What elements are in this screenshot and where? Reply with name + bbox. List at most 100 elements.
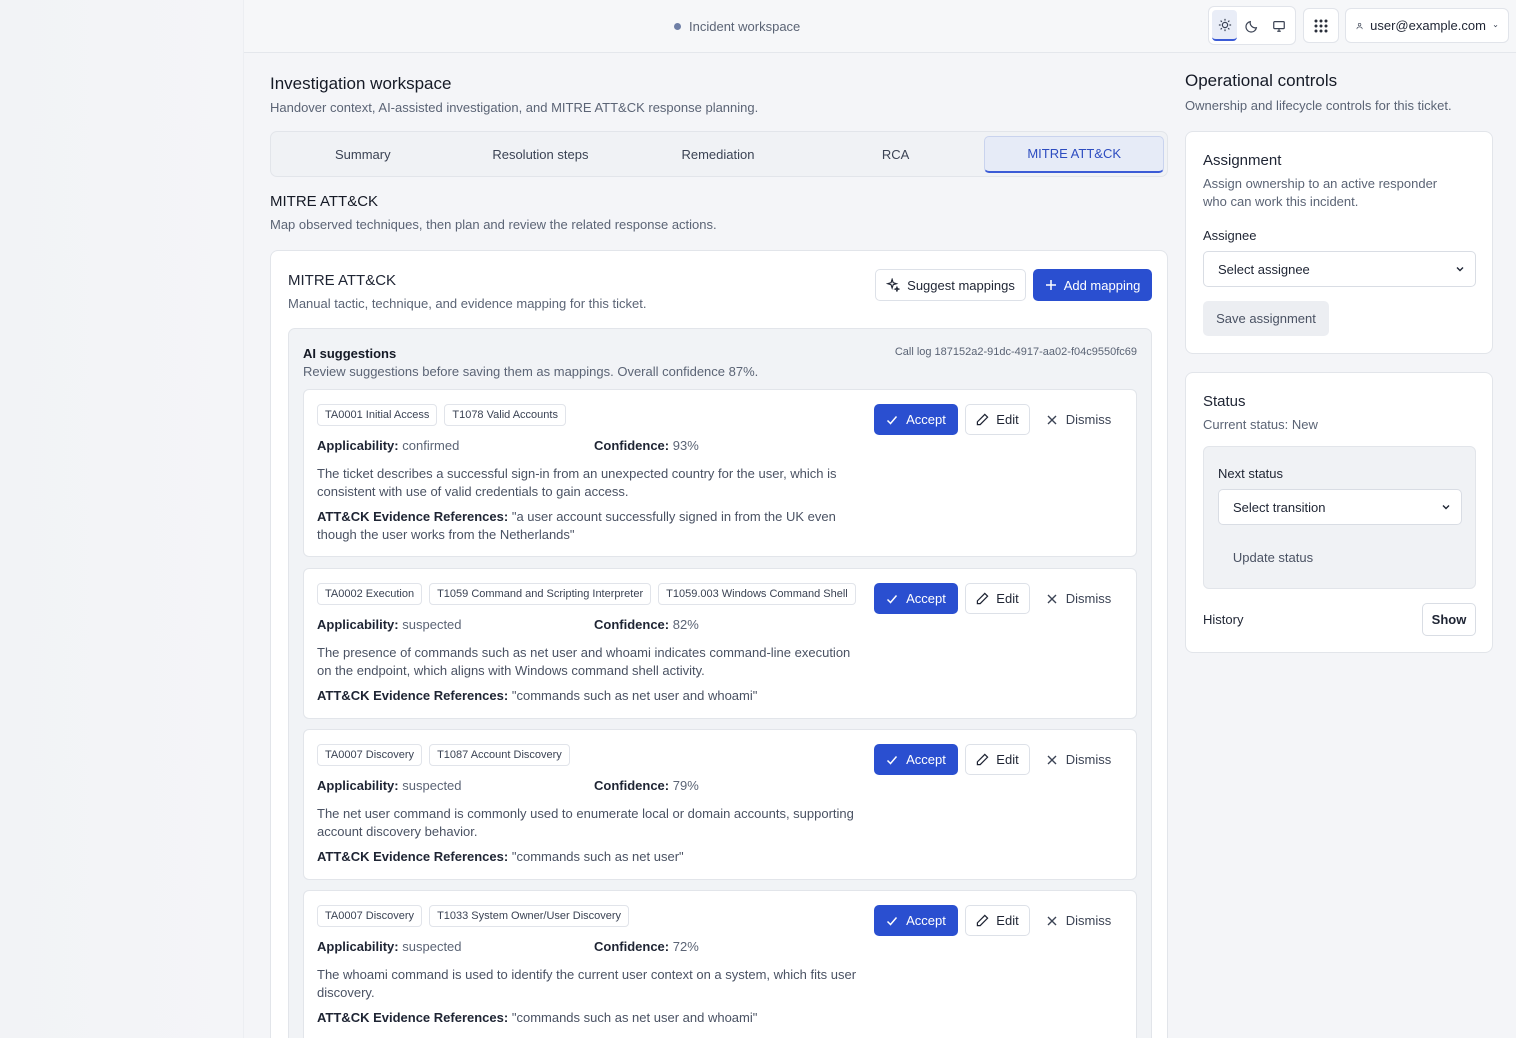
tactic-tag: TA0002 Execution [317,583,423,605]
tab-remediation[interactable]: Remediation [629,136,807,173]
sun-icon [1218,18,1231,31]
suggestion-description: The ticket describes a successful sign-i… [317,466,837,499]
confidence: Confidence: 82% [594,617,699,632]
tag-list: TA0007 Discovery T1087 Account Discovery [317,744,570,766]
tab-mitre-attack[interactable]: MITRE ATT&CK [984,135,1164,173]
applicability: Applicability: confirmed [317,438,460,453]
status-title: Status [1203,393,1246,410]
transition-select[interactable]: Select transition [1218,489,1462,525]
status-card: Status Current status: New Next status S… [1185,372,1493,653]
user-menu-button[interactable]: user@example.com [1345,8,1509,43]
accept-button[interactable]: Accept [874,404,958,435]
status-dot-icon [674,23,681,30]
user-email: user@example.com [1370,18,1486,33]
assignment-card: Assignment Assign ownership to an active… [1185,131,1493,354]
suggestion-description: The whoami command is used to identify t… [317,967,857,1000]
section-title: MITRE ATT&CK [270,193,379,210]
assignee-label: Assignee [1203,228,1257,243]
sidebar [0,0,244,1038]
edit-button[interactable]: Edit [965,404,1030,435]
tactic-tag: TA0007 Discovery [317,905,423,927]
confidence: Confidence: 72% [594,939,699,954]
tactic-tag: TA0001 Initial Access [317,404,438,426]
technique-tag: T1033 System Owner/User Discovery [429,905,630,927]
save-assignment-button[interactable]: Save assignment [1203,301,1329,336]
show-history-button[interactable]: Show [1422,603,1476,636]
dismiss-button[interactable]: Dismiss [1037,744,1121,775]
tag-list: TA0007 Discovery T1033 System Owner/User… [317,905,630,927]
suggestion-actions: Accept Edit Dismiss [874,744,1121,775]
tab-resolution-steps[interactable]: Resolution steps [452,136,630,173]
card-subtitle: Manual tactic, technique, and evidence m… [288,296,647,311]
tab-summary[interactable]: Summary [274,136,452,173]
light-theme-button[interactable] [1212,10,1238,41]
suggest-mappings-button[interactable]: Suggest mappings [875,269,1026,301]
dismiss-button[interactable]: Dismiss [1037,583,1121,614]
grid-icon [1314,19,1328,32]
accept-button[interactable]: Accept [874,905,958,936]
applicability: Applicability: suspected [317,778,462,793]
tab-rca[interactable]: RCA [807,136,985,173]
pencil-icon [977,592,989,605]
operational-controls-title: Operational controls [1185,71,1338,90]
confidence: Confidence: 79% [594,778,699,793]
assignee-select-value: Select assignee [1218,261,1310,277]
suggestion-card: TA0001 Initial Access T1078 Valid Accoun… [303,389,1137,557]
operational-controls-subtitle: Ownership and lifecycle controls for thi… [1185,98,1452,113]
chevron-down-icon [1493,24,1498,27]
pencil-icon [977,413,989,426]
section-subtitle: Map observed techniques, then plan and r… [270,217,717,232]
suggestion-description: The net user command is commonly used to… [317,806,854,839]
technique-tag: T1059 Command and Scripting Interpreter [429,583,652,605]
dismiss-button[interactable]: Dismiss [1037,905,1121,936]
suggestion-card: TA0007 Discovery T1087 Account Discovery… [303,729,1137,880]
check-icon [887,916,898,926]
mitre-card: MITRE ATT&CK Manual tactic, technique, a… [270,250,1168,1038]
status-transition-panel: Next status Select transition Update sta… [1203,446,1476,589]
monitor-icon [1273,20,1286,32]
close-icon [1047,755,1057,764]
tactic-tag: TA0007 Discovery [317,744,423,766]
apps-button[interactable] [1303,8,1339,43]
evidence-references: ATT&CK Evidence References: "commands su… [317,849,684,864]
current-status: Current status: New [1203,417,1318,432]
edit-button[interactable]: Edit [965,583,1030,614]
add-mapping-button[interactable]: Add mapping [1033,269,1152,301]
edit-button[interactable]: Edit [965,744,1030,775]
applicability: Applicability: suspected [317,939,462,954]
workspace-label: Incident workspace [689,19,801,34]
check-icon [887,415,898,425]
evidence-references: ATT&CK Evidence References: "commands su… [317,1010,758,1025]
ai-suggestions-title: AI suggestions [303,346,397,361]
assignment-title: Assignment [1203,152,1282,169]
page-title: Investigation workspace [270,74,452,93]
tag-list: TA0002 Execution T1059 Command and Scrip… [317,583,856,605]
dark-theme-button[interactable] [1239,10,1264,41]
suggestion-actions: Accept Edit Dismiss [874,905,1121,936]
technique-tag: T1078 Valid Accounts [444,404,566,426]
chevron-down-icon [1456,267,1464,272]
check-icon [887,594,898,604]
technique-tag: T1087 Account Discovery [429,744,570,766]
applicability: Applicability: suspected [317,617,462,632]
tag-list: TA0001 Initial Access T1078 Valid Accoun… [317,404,566,426]
sub-technique-tag: T1059.003 Windows Command Shell [658,583,856,605]
theme-switcher [1208,6,1296,45]
close-icon [1047,916,1057,925]
dismiss-button[interactable]: Dismiss [1037,404,1121,435]
accept-button[interactable]: Accept [874,583,958,614]
evidence-references: ATT&CK Evidence References: "commands su… [317,688,758,703]
assignment-subtitle: Assign ownership to an active responder … [1203,176,1438,209]
system-theme-button[interactable] [1267,10,1292,41]
evidence-references: ATT&CK Evidence References: "a user acco… [317,509,836,542]
suggestion-card: TA0007 Discovery T1033 System Owner/User… [303,890,1137,1038]
suggest-mappings-label: Suggest mappings [907,277,1015,293]
tab-bar: Summary Resolution steps Remediation RCA… [270,131,1168,177]
update-status-button[interactable]: Update status [1218,540,1328,575]
accept-button[interactable]: Accept [874,744,958,775]
next-status-label: Next status [1218,466,1284,481]
assignee-select[interactable]: Select assignee [1203,251,1476,287]
ai-suggestions-panel: AI suggestions Review suggestions before… [288,328,1152,1038]
edit-button[interactable]: Edit [965,905,1030,936]
card-title: MITRE ATT&CK [288,272,397,289]
